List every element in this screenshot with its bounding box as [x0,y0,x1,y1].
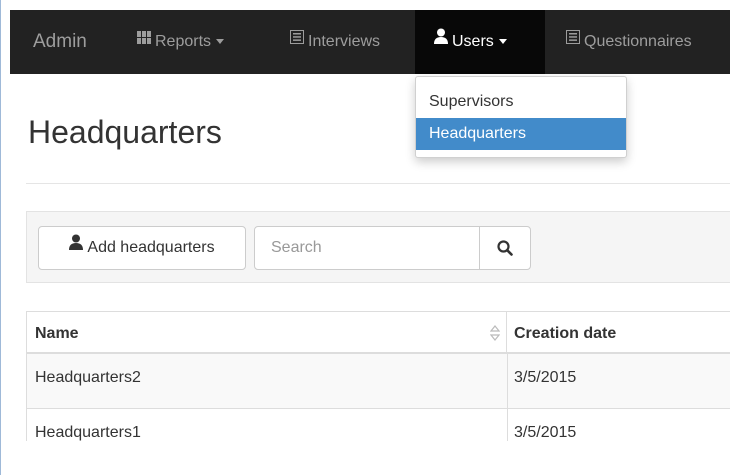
list-icon [566,8,580,72]
nav-reports-label: Reports [155,33,212,51]
sort-icon [490,325,500,341]
column-divider [507,354,508,441]
top-navbar: Admin Reports Interviews Users Questionn… [10,10,730,74]
column-header-name-label: Name [35,325,79,342]
headquarters-table: Name Creation date Headquarters2 3/5/201… [26,311,730,441]
cell-name: Headquarters2 [35,369,141,386]
chevron-down-icon [498,38,507,44]
search-input[interactable] [254,226,480,270]
user-icon [69,225,84,267]
add-headquarters-label: Add headquarters [87,239,215,257]
window-edge [0,0,1,475]
bar-chart-icon [137,8,151,72]
dropdown-item-supervisors[interactable]: Supervisors [416,86,626,118]
brand-link[interactable]: Admin [33,10,87,74]
add-headquarters-button[interactable]: Add headquarters [38,226,246,270]
search-button[interactable] [479,226,531,270]
dropdown-item-headquarters[interactable]: Headquarters [416,118,626,150]
user-icon [434,8,448,72]
table-row[interactable]: Headquarters1 3/5/2015 [27,409,730,464]
cell-name: Headquarters1 [35,424,141,441]
cell-creation-date: 3/5/2015 [514,369,577,386]
divider [26,183,730,184]
nav-users[interactable]: Users [415,10,545,74]
nav-questionnaires[interactable]: Questionnaires [566,10,692,74]
table-row[interactable]: Headquarters2 3/5/2015 [27,354,730,409]
nav-interviews[interactable]: Interviews [290,10,380,74]
search-icon [497,240,513,256]
nav-interviews-label: Interviews [308,33,381,51]
nav-questionnaires-label: Questionnaires [584,33,692,51]
nav-reports[interactable]: Reports [137,8,225,74]
column-header-date-label: Creation date [514,325,617,342]
page-title: Headquarters [28,114,222,150]
users-dropdown-menu: Supervisors Headquarters [415,76,627,158]
nav-users-label: Users [452,33,494,51]
column-header-creation-date[interactable]: Creation date [507,311,730,354]
chevron-down-icon [216,38,225,44]
column-header-name[interactable]: Name [27,311,507,354]
list-icon [290,8,304,72]
cell-creation-date: 3/5/2015 [514,424,577,441]
